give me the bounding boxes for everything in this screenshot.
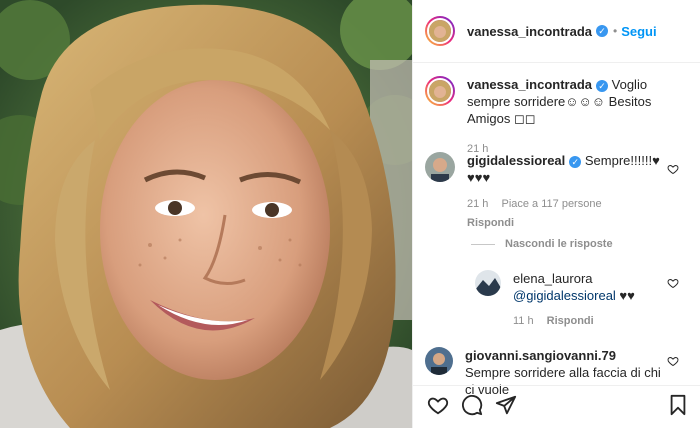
- reply-text: ♥♥: [615, 288, 635, 303]
- reply-mention[interactable]: @gigidalessioreal: [513, 288, 616, 303]
- selfie-image: [0, 0, 412, 428]
- caption-username[interactable]: vanessa_incontrada: [467, 77, 592, 92]
- separator-dot: •: [613, 24, 618, 38]
- hide-replies-label: Nascondi le risposte: [505, 238, 613, 250]
- reply-body: elena_laurora @gigidalessioreal ♥♥ 11 h …: [513, 270, 663, 330]
- comment-username[interactable]: giovanni.sangiovanni.79: [465, 348, 616, 363]
- caption: vanessa_incontrada ✓ Voglio sempre sorrid…: [425, 76, 667, 158]
- commenter-avatar[interactable]: [425, 347, 453, 375]
- comment-username[interactable]: gigidalessioreal: [467, 153, 565, 168]
- divider-line: [471, 243, 495, 245]
- avatar: [427, 18, 453, 44]
- comment-icon[interactable]: [461, 394, 483, 416]
- heart-icon[interactable]: [667, 277, 679, 289]
- reply-time[interactable]: 11 h: [513, 315, 534, 327]
- reply-username-line: elena_laurora: [513, 270, 663, 287]
- verified-badge-icon: ✓: [569, 155, 582, 168]
- comment-item: gigidalessioreal ✓ Sempre!!!!!!♥ ♥♥♥ 21 h…: [425, 152, 667, 232]
- comment-body: gigidalessioreal ✓ Sempre!!!!!!♥ ♥♥♥ 21 h…: [467, 152, 667, 232]
- share-icon[interactable]: [495, 394, 517, 416]
- reply-button[interactable]: Rispondi: [467, 215, 657, 232]
- reply-avatar[interactable]: [475, 270, 501, 296]
- avatar: [427, 78, 453, 104]
- comment-time[interactable]: 21 h: [467, 198, 488, 210]
- comment-likes[interactable]: Piace a 117 persone: [501, 198, 601, 210]
- post-photo[interactable]: [0, 0, 412, 428]
- caption-avatar-ring[interactable]: [425, 76, 455, 106]
- hide-replies-toggle[interactable]: Nascondi le risposte: [471, 238, 613, 250]
- heart-icon[interactable]: [667, 163, 679, 175]
- caption-body: vanessa_incontrada ✓ Voglio sempre sorrid…: [467, 76, 667, 158]
- reply-item: elena_laurora @gigidalessioreal ♥♥ 11 h …: [475, 270, 663, 330]
- bookmark-icon[interactable]: [667, 394, 689, 416]
- post-action-bar: [413, 385, 700, 428]
- heart-icon[interactable]: [667, 355, 679, 367]
- reply-reply-button[interactable]: Rispondi: [547, 315, 594, 327]
- owner-avatar-ring[interactable]: [425, 16, 455, 46]
- owner-username[interactable]: vanessa_incontrada: [467, 24, 592, 39]
- verified-badge-icon: ✓: [596, 79, 609, 92]
- follow-button[interactable]: Segui: [621, 24, 656, 39]
- post-side-panel: vanessa_incontrada ✓ • Segui vanessa_inc…: [412, 0, 700, 428]
- reply-username[interactable]: elena_laurora: [513, 271, 593, 286]
- instagram-post-view: vanessa_incontrada ✓ • Segui vanessa_inc…: [0, 0, 700, 428]
- verified-badge-icon: ✓: [596, 25, 609, 37]
- reply-text-line: @gigidalessioreal ♥♥: [513, 287, 663, 304]
- post-header: vanessa_incontrada ✓ • Segui: [413, 0, 700, 63]
- reply-meta: 11 h Rispondi: [513, 313, 663, 330]
- commenter-avatar[interactable]: [425, 152, 455, 182]
- heart-icon[interactable]: [427, 394, 449, 416]
- comment-meta: 21 h Piace a 117 persone Rispondi: [467, 196, 667, 232]
